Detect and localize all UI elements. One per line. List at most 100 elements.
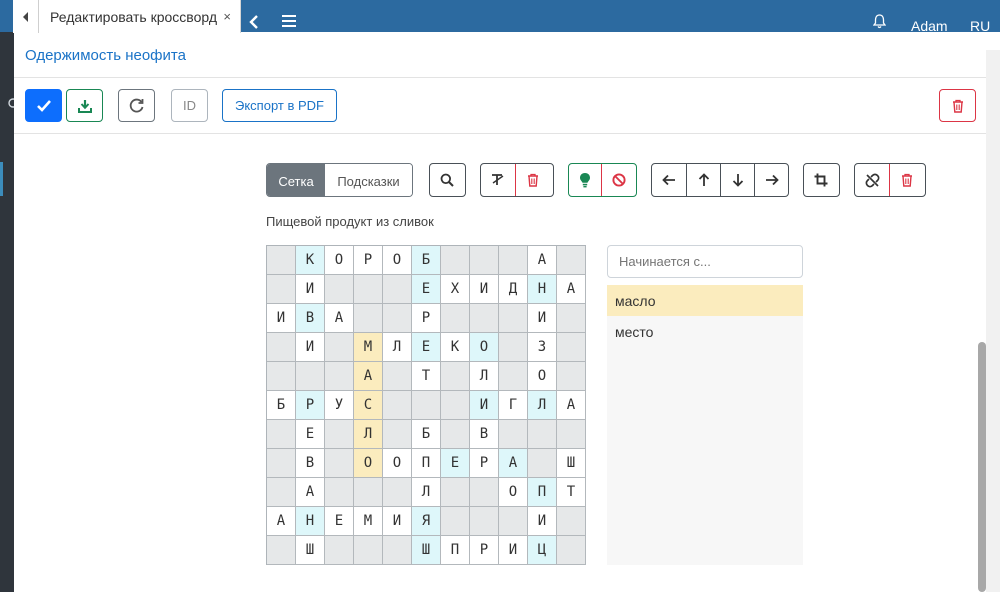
grid-cell[interactable]: Е	[412, 333, 441, 362]
search-words-button[interactable]	[429, 163, 466, 197]
suggestion-item[interactable]: масло	[607, 285, 803, 316]
grid-cell[interactable]	[470, 507, 499, 536]
grid-cell[interactable]: О	[354, 449, 383, 478]
grid-cell[interactable]: О	[470, 333, 499, 362]
grid-cell[interactable]	[441, 391, 470, 420]
grid-cell[interactable]: Б	[267, 391, 296, 420]
grid-cell[interactable]: В	[296, 449, 325, 478]
grid-cell[interactable]: О	[325, 246, 354, 275]
grid-cell[interactable]: Р	[412, 304, 441, 333]
grid-cell[interactable]: Г	[499, 391, 528, 420]
grid-cell[interactable]: О	[383, 449, 412, 478]
grid-cell[interactable]: И	[528, 304, 557, 333]
grid-cell[interactable]: Ш	[296, 536, 325, 565]
grid-cell[interactable]: Ц	[528, 536, 557, 565]
grid-cell[interactable]: С	[354, 391, 383, 420]
grid-cell[interactable]: А	[267, 507, 296, 536]
grid-cell[interactable]	[441, 478, 470, 507]
grid-cell[interactable]: Е	[296, 420, 325, 449]
tab-grid[interactable]: Сетка	[267, 164, 325, 196]
grid-cell[interactable]	[267, 362, 296, 391]
grid-cell[interactable]: К	[296, 246, 325, 275]
grid-cell[interactable]: М	[354, 507, 383, 536]
tab-edit-crossword[interactable]: Редактировать кроссворд ×	[39, 0, 241, 33]
grid-cell[interactable]	[383, 536, 412, 565]
grid-cell[interactable]	[383, 420, 412, 449]
grid-cell[interactable]	[383, 478, 412, 507]
grid-cell[interactable]: Р	[470, 536, 499, 565]
disable-hint-button[interactable]	[601, 164, 636, 196]
delete-word-button[interactable]	[515, 164, 549, 196]
save-button[interactable]	[25, 89, 62, 122]
grid-cell[interactable]: И	[528, 507, 557, 536]
grid-cell[interactable]	[441, 507, 470, 536]
grid-cell[interactable]: А	[325, 304, 354, 333]
grid-cell[interactable]	[325, 275, 354, 304]
grid-cell[interactable]	[354, 275, 383, 304]
grid-cell[interactable]	[499, 333, 528, 362]
grid-cell[interactable]	[267, 246, 296, 275]
grid-cell[interactable]: М	[354, 333, 383, 362]
grid-cell[interactable]: Л	[528, 391, 557, 420]
move-right-button[interactable]	[754, 164, 788, 196]
grid-cell[interactable]: О	[499, 478, 528, 507]
grid-cell[interactable]: И	[470, 391, 499, 420]
grid-cell[interactable]: О	[528, 362, 557, 391]
grid-cell[interactable]	[325, 478, 354, 507]
move-up-button[interactable]	[686, 164, 720, 196]
grid-cell[interactable]: З	[528, 333, 557, 362]
search-icon[interactable]	[6, 98, 14, 108]
grid-cell[interactable]: А	[528, 246, 557, 275]
grid-cell[interactable]: Ш	[412, 536, 441, 565]
grid-cell[interactable]: Е	[441, 449, 470, 478]
grid-cell[interactable]: А	[557, 391, 586, 420]
grid-cell[interactable]: Л	[354, 420, 383, 449]
grid-cell[interactable]	[441, 304, 470, 333]
grid-cell[interactable]	[557, 507, 586, 536]
grid-cell[interactable]: И	[267, 304, 296, 333]
grid-cell[interactable]: Т	[557, 478, 586, 507]
chevron-left-icon[interactable]	[248, 14, 260, 30]
grid-cell[interactable]: Б	[412, 420, 441, 449]
grid-cell[interactable]: Р	[470, 449, 499, 478]
scrollbar-track[interactable]	[986, 50, 1000, 592]
grid-cell[interactable]: И	[499, 536, 528, 565]
move-left-button[interactable]	[652, 164, 686, 196]
export-pdf-button[interactable]: Экспорт в PDF	[222, 89, 337, 122]
grid-cell[interactable]	[383, 304, 412, 333]
grid-cell[interactable]	[499, 246, 528, 275]
grid-cell[interactable]	[470, 304, 499, 333]
clear-format-button[interactable]	[481, 164, 515, 196]
grid-cell[interactable]	[267, 449, 296, 478]
grid-cell[interactable]	[441, 362, 470, 391]
refresh-button[interactable]	[118, 89, 155, 122]
grid-cell[interactable]	[267, 333, 296, 362]
grid-cell[interactable]: Т	[412, 362, 441, 391]
tab-hints[interactable]: Подсказки	[325, 164, 412, 196]
grid-cell[interactable]	[267, 536, 296, 565]
grid-cell[interactable]: Л	[412, 478, 441, 507]
grid-cell[interactable]: Е	[412, 275, 441, 304]
grid-cell[interactable]	[383, 362, 412, 391]
grid-cell[interactable]: И	[296, 333, 325, 362]
grid-cell[interactable]: Б	[412, 246, 441, 275]
grid-cell[interactable]	[325, 362, 354, 391]
grid-cell[interactable]	[267, 478, 296, 507]
grid-cell[interactable]	[354, 478, 383, 507]
grid-cell[interactable]	[267, 275, 296, 304]
language-switch[interactable]: RU	[970, 18, 990, 34]
grid-cell[interactable]	[383, 391, 412, 420]
grid-cell[interactable]: П	[441, 536, 470, 565]
grid-cell[interactable]: И	[383, 507, 412, 536]
bell-icon[interactable]	[873, 14, 886, 29]
crop-button[interactable]	[803, 163, 840, 197]
tab-scroll-left-button[interactable]	[13, 0, 39, 33]
grid-cell[interactable]	[557, 420, 586, 449]
grid-cell[interactable]: Р	[354, 246, 383, 275]
grid-cell[interactable]	[441, 246, 470, 275]
grid-cell[interactable]: О	[383, 246, 412, 275]
grid-cell[interactable]: Р	[296, 391, 325, 420]
download-button[interactable]	[66, 89, 103, 122]
grid-cell[interactable]	[557, 536, 586, 565]
grid-cell[interactable]: Я	[412, 507, 441, 536]
